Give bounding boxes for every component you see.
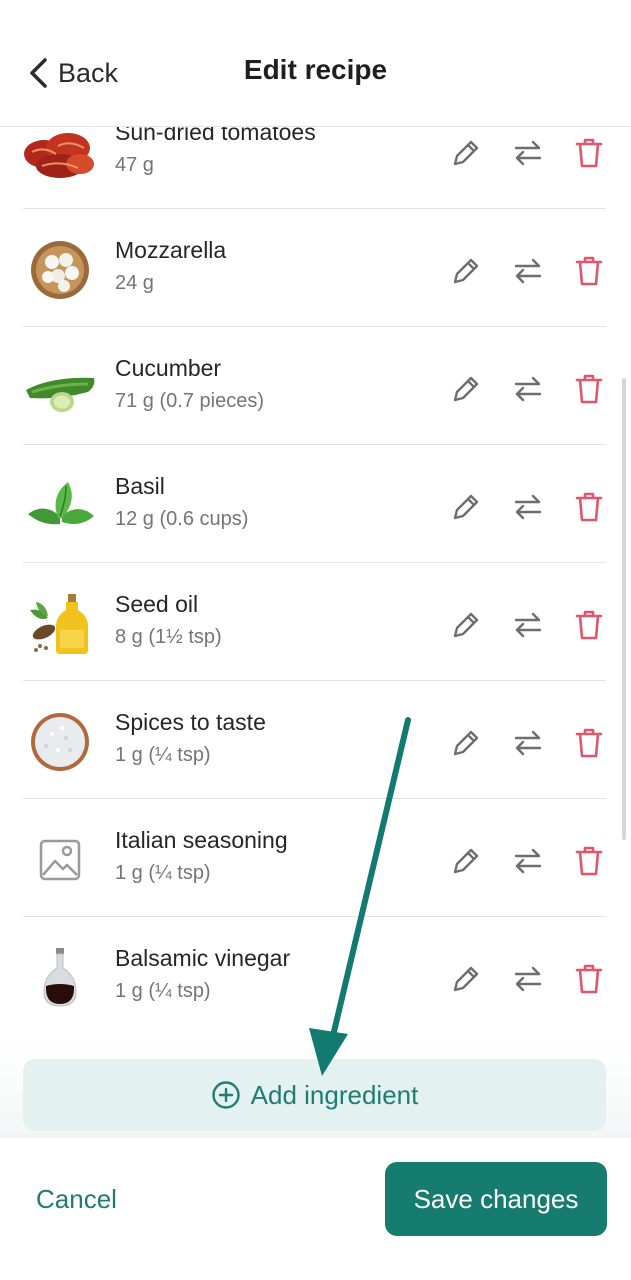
edit-ingredient-button[interactable] <box>446 841 486 881</box>
basil-image <box>22 472 98 540</box>
ingredient-name: Cucumber <box>115 355 222 381</box>
ingredient-quantity: 12 g (0.6 cups) <box>115 508 249 530</box>
cucumber-image <box>22 354 98 422</box>
footer-bar: Cancel Save changes <box>0 1138 631 1280</box>
delete-ingredient-button[interactable] <box>569 841 609 881</box>
pencil-icon <box>453 612 479 638</box>
replace-ingredient-button[interactable] <box>508 369 548 409</box>
trash-icon <box>575 610 603 640</box>
swap-arrows-icon <box>514 140 542 166</box>
add-ingredient-label: Add ingredient <box>250 1079 419 1110</box>
replace-ingredient-button[interactable] <box>508 959 548 999</box>
delete-ingredient-button[interactable] <box>569 369 609 409</box>
delete-ingredient-button[interactable] <box>569 251 609 291</box>
edit-ingredient-button[interactable] <box>446 133 486 173</box>
edit-ingredient-button[interactable] <box>446 487 486 527</box>
delete-ingredient-button[interactable] <box>569 605 609 645</box>
ingredient-name: Seed oil <box>115 591 199 617</box>
ingredient-row: Mozzarella 24 g <box>0 209 631 327</box>
swap-arrows-icon <box>514 258 542 284</box>
swap-arrows-icon <box>514 376 542 402</box>
image-placeholder-icon <box>22 826 98 894</box>
swap-arrows-icon <box>514 730 542 756</box>
ingredient-row: Seed oil 8 g (1½ tsp) <box>0 563 631 681</box>
ingredient-row: Spices to taste 1 g (¼ tsp) <box>0 681 631 799</box>
ingredient-row: Cucumber 71 g (0.7 pieces) <box>0 327 631 445</box>
pencil-icon <box>453 376 479 402</box>
replace-ingredient-button[interactable] <box>508 487 548 527</box>
ingredient-row: Basil 12 g (0.6 cups) <box>0 445 631 563</box>
ingredient-quantity: 1 g (¼ tsp) <box>115 744 211 766</box>
pencil-icon <box>453 494 479 520</box>
pencil-icon <box>453 848 479 874</box>
delete-ingredient-button[interactable] <box>569 487 609 527</box>
ingredient-name: Mozzarella <box>115 237 227 263</box>
scrollbar[interactable] <box>622 378 626 840</box>
edit-ingredient-button[interactable] <box>446 959 486 999</box>
edit-ingredient-button[interactable] <box>446 251 486 291</box>
cancel-button[interactable]: Cancel <box>36 1184 117 1215</box>
ingredient-name: Italian seasoning <box>115 827 288 853</box>
ingredient-row: Balsamic vinegar 1 g (¼ tsp) <box>0 917 631 1035</box>
swap-arrows-icon <box>514 966 542 992</box>
swap-arrows-icon <box>514 848 542 874</box>
trash-icon <box>575 374 603 404</box>
ingredient-row: Italian seasoning 1 g (¼ tsp) <box>0 799 631 917</box>
ingredient-quantity: 1 g (¼ tsp) <box>115 862 211 884</box>
replace-ingredient-button[interactable] <box>508 251 548 291</box>
replace-ingredient-button[interactable] <box>508 133 548 173</box>
trash-icon <box>575 256 603 286</box>
edit-ingredient-button[interactable] <box>446 369 486 409</box>
spices-image <box>22 708 98 776</box>
ingredient-quantity: 8 g (1½ tsp) <box>115 626 222 648</box>
replace-ingredient-button[interactable] <box>508 605 548 645</box>
delete-ingredient-button[interactable] <box>569 723 609 763</box>
balsamic-vinegar-image <box>22 944 98 1012</box>
ingredient-list: Sun-dried tomatoes 47 g Mozzarella 24 g … <box>0 91 631 1035</box>
ingredient-quantity: 24 g <box>115 272 154 294</box>
swap-arrows-icon <box>514 494 542 520</box>
ingredient-quantity: 1 g (¼ tsp) <box>115 980 211 1002</box>
trash-icon <box>575 138 603 168</box>
mozzarella-image <box>22 236 98 304</box>
ingredient-quantity: 71 g (0.7 pieces) <box>115 390 264 412</box>
seed-oil-image <box>22 590 98 658</box>
ingredient-quantity: 47 g <box>115 154 154 176</box>
swap-arrows-icon <box>514 612 542 638</box>
edit-ingredient-button[interactable] <box>446 605 486 645</box>
add-ingredient-button[interactable]: Add ingredient <box>23 1059 606 1131</box>
edit-ingredient-button[interactable] <box>446 723 486 763</box>
ingredient-name: Balsamic vinegar <box>115 945 291 971</box>
pencil-icon <box>453 730 479 756</box>
ingredient-name: Spices to taste <box>115 709 266 735</box>
sun-dried-tomatoes-image <box>22 118 98 186</box>
plus-circle-icon <box>211 1081 240 1109</box>
page-title: Edit recipe <box>243 54 388 85</box>
ingredient-name: Basil <box>115 473 165 499</box>
trash-icon <box>575 964 603 994</box>
delete-ingredient-button[interactable] <box>569 959 609 999</box>
pencil-icon <box>453 966 479 992</box>
pencil-icon <box>453 258 479 284</box>
trash-icon <box>575 846 603 876</box>
replace-ingredient-button[interactable] <box>508 723 548 763</box>
save-changes-button[interactable]: Save changes <box>385 1162 607 1236</box>
replace-ingredient-button[interactable] <box>508 841 548 881</box>
trash-icon <box>575 492 603 522</box>
app-header: Back Edit recipe <box>0 0 631 127</box>
trash-icon <box>575 728 603 758</box>
pencil-icon <box>453 140 479 166</box>
delete-ingredient-button[interactable] <box>569 133 609 173</box>
